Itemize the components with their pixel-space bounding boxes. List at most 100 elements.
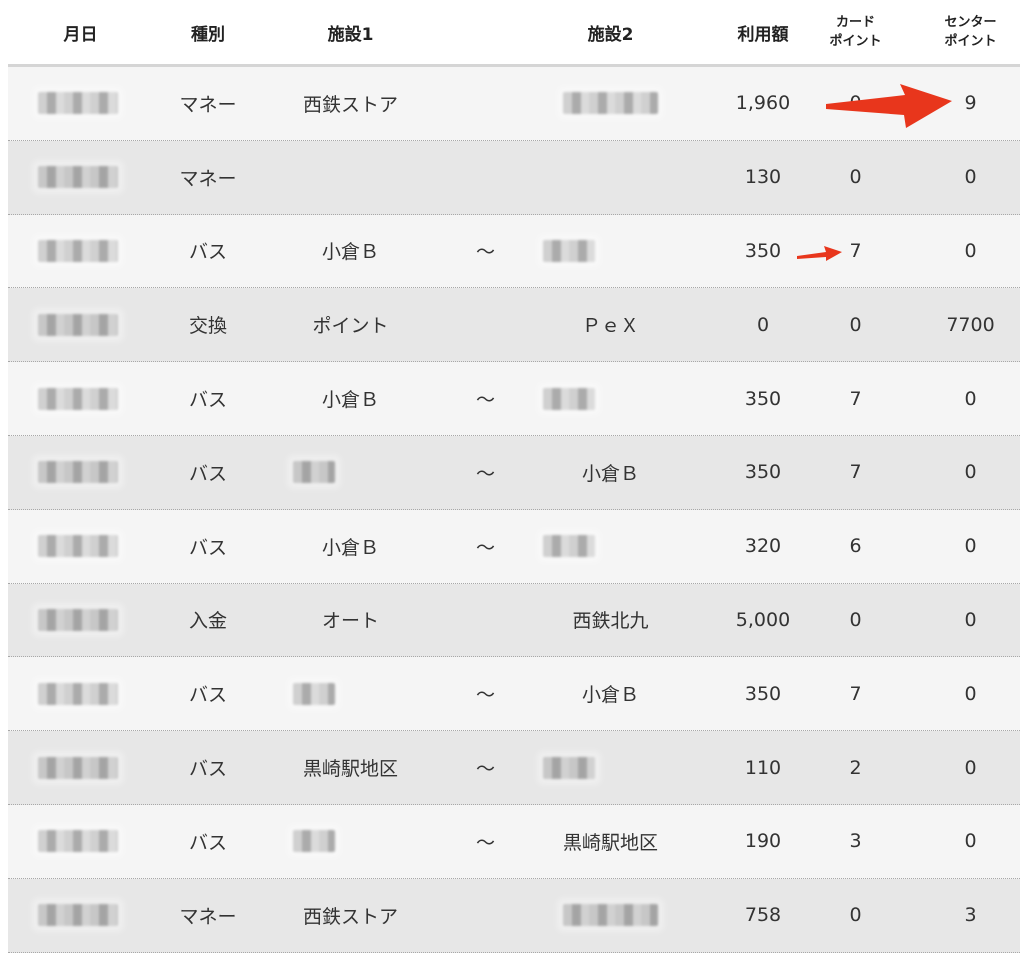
date-redacted <box>38 387 118 410</box>
table-body: マネー 西鉄ストア 1,960 0 9 マネー 130 0 0 バス 小倉Ｂ ～ 350 7 0 交換 ポイント… <box>8 67 1020 953</box>
card-points-cell: 6 <box>849 535 862 558</box>
amount-cell: 1,960 <box>735 92 791 115</box>
route-separator <box>458 141 513 214</box>
type-cell: バス <box>188 389 227 412</box>
route-separator: ～ <box>475 536 495 559</box>
date-redacted <box>38 756 118 779</box>
type-cell: マネー <box>179 93 237 116</box>
type-cell: バス <box>188 536 227 559</box>
facility2-redacted <box>543 387 595 410</box>
facility2-cell: ＰｅＸ <box>581 315 639 338</box>
header-amount-label: 利用額 <box>737 24 789 45</box>
type-cell: バス <box>188 684 227 707</box>
facility1-cell <box>263 657 438 730</box>
amount-cell: 5,000 <box>735 608 791 631</box>
route-separator <box>458 879 513 952</box>
amount-cell: 350 <box>744 239 782 262</box>
date-redacted <box>38 904 118 927</box>
card-points-cell: 2 <box>849 756 862 779</box>
table-row: バス 小倉Ｂ ～ 350 7 0 <box>8 362 1020 436</box>
table-row: 交換 ポイント ＰｅＸ 0 0 7700 <box>8 288 1020 363</box>
facility2-cell: 西鉄北九 <box>572 610 649 633</box>
date-redacted <box>38 92 118 115</box>
type-cell: バス <box>188 241 227 264</box>
header-date-label: 月日 <box>63 24 98 45</box>
card-points-cell: 7 <box>849 239 862 262</box>
table-header: 月日 種別 施設1 施設2 利用額 カード ポイント センター ポイント <box>8 0 1020 67</box>
facility1-cell: 小倉Ｂ <box>321 241 379 264</box>
type-cell: バス <box>188 758 227 781</box>
route-separator: ～ <box>475 831 495 854</box>
type-cell: バス <box>188 462 227 485</box>
header-center-points: センター ポイント <box>913 0 1024 64</box>
amount-cell: 758 <box>744 904 782 927</box>
facility1-redacted <box>293 682 335 705</box>
facility1-cell: 西鉄ストア <box>302 905 398 928</box>
facility2-redacted <box>543 239 595 262</box>
table-row: バス 小倉Ｂ ～ 320 6 0 <box>8 509 1020 584</box>
type-cell: マネー <box>179 167 237 190</box>
header-card-points-line2: ポイント <box>829 34 882 49</box>
amount-cell: 190 <box>744 830 782 853</box>
facility2-cell: 小倉Ｂ <box>581 462 639 485</box>
header-card-points-line1: カード <box>835 15 875 30</box>
card-points-cell: 0 <box>849 166 862 189</box>
card-points-cell: 0 <box>849 608 862 631</box>
date-redacted <box>38 166 118 189</box>
center-points-cell: 0 <box>964 682 977 705</box>
facility1-cell: 黒崎駅地区 <box>302 758 398 781</box>
header-card-points: カード ポイント <box>818 0 893 64</box>
facility1-cell <box>263 141 438 214</box>
facility2-redacted <box>563 904 658 927</box>
header-facility1: 施設1 <box>263 0 438 64</box>
amount-cell: 110 <box>744 756 782 779</box>
facility1-cell: 西鉄ストア <box>302 93 398 116</box>
transaction-history-table: 月日 種別 施設1 施設2 利用額 カード ポイント センター ポイント マネー… <box>8 0 1020 953</box>
header-center-points-line2: ポイント <box>944 34 997 49</box>
header-type-label: 種別 <box>191 24 225 45</box>
route-separator: ～ <box>475 241 495 264</box>
header-facility2-label: 施設2 <box>587 24 634 45</box>
amount-cell: 320 <box>744 535 782 558</box>
route-separator: ～ <box>475 389 495 412</box>
route-separator <box>458 288 513 361</box>
card-points-cell: 7 <box>849 682 862 705</box>
facility1-cell: ポイント <box>312 315 389 338</box>
facility1-redacted <box>293 461 335 484</box>
card-points-cell: 3 <box>849 830 862 853</box>
header-facility2: 施設2 <box>513 0 708 64</box>
center-points-cell: 0 <box>964 608 977 631</box>
type-cell: 入金 <box>188 610 227 633</box>
center-points-cell: 7700 <box>946 313 995 336</box>
facility1-cell <box>263 805 438 878</box>
table-row: バス 黒崎駅地区 ～ 110 2 0 <box>8 731 1020 805</box>
date-redacted <box>38 682 118 705</box>
card-points-cell: 7 <box>849 461 862 484</box>
header-type: 種別 <box>153 0 263 64</box>
facility2-redacted <box>543 756 595 779</box>
facility2-redacted <box>543 535 595 558</box>
card-points-cell: 0 <box>849 92 862 115</box>
center-points-cell: 0 <box>964 535 977 558</box>
center-points-cell: 0 <box>964 166 977 189</box>
table-row: バス 小倉Ｂ ～ 350 7 0 <box>8 214 1020 289</box>
date-redacted <box>38 830 118 853</box>
center-points-cell: 9 <box>964 92 977 115</box>
card-points-cell: 0 <box>849 904 862 927</box>
amount-cell: 130 <box>744 166 782 189</box>
date-redacted <box>38 313 118 336</box>
amount-cell: 350 <box>744 461 782 484</box>
table-row: 入金 オート 西鉄北九 5,000 0 0 <box>8 583 1020 658</box>
facility1-cell: オート <box>321 610 379 633</box>
center-points-cell: 0 <box>964 830 977 853</box>
center-points-cell: 0 <box>964 756 977 779</box>
table-row: マネー 西鉄ストア 1,960 0 9 <box>8 67 1020 141</box>
date-redacted <box>38 239 118 262</box>
table-row: マネー 130 0 0 <box>8 140 1020 215</box>
amount-cell: 350 <box>744 387 782 410</box>
facility1-cell: 小倉Ｂ <box>321 536 379 559</box>
facility2-redacted <box>563 92 658 115</box>
center-points-cell: 0 <box>964 387 977 410</box>
amount-cell: 350 <box>744 682 782 705</box>
type-cell: マネー <box>179 905 237 928</box>
